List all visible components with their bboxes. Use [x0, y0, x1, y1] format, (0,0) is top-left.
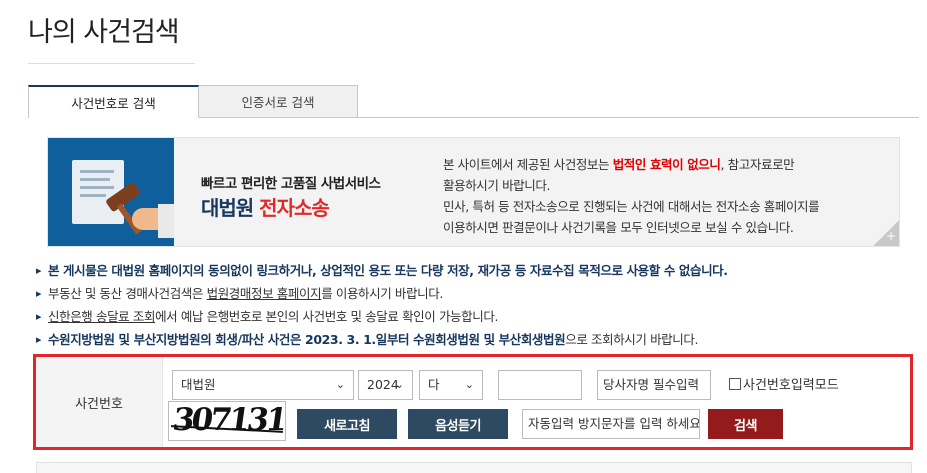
title-underline: [28, 63, 195, 64]
case-number-mode-checkbox[interactable]: [729, 377, 741, 390]
court-auction-link[interactable]: 법원경매정보 홈페이지: [207, 286, 322, 301]
chevron-down-icon: ⌄: [394, 378, 404, 391]
notice-item: ▸ 본 게시물은 대법원 홈페이지의 동의없이 링크하거나, 상업적인 용도 또는…: [36, 259, 728, 282]
banner-service-name: 대법원 전자소송: [201, 192, 330, 221]
results-area: [36, 462, 912, 473]
banner-court-name: 대법원: [201, 196, 254, 220]
captcha-image: 307131: [168, 401, 286, 441]
tab-certificate-search[interactable]: 인증서로 검색: [199, 85, 358, 118]
case-number-mode-option[interactable]: 사건번호입력모드: [729, 374, 839, 393]
case-number-label: 사건번호: [36, 357, 162, 447]
shinhan-fee-link[interactable]: 신한은행 송달료 조회: [48, 309, 155, 324]
banner-more-button[interactable]: +: [873, 220, 899, 246]
captcha-input[interactable]: 자동입력 방지문자를 입력 하세요: [522, 409, 700, 439]
notice-item: ▸ 신한은행 송달료 조회에서 예납 은행번호로 본인의 사건번호 및 송달료 확…: [36, 305, 728, 328]
gavel-document-illustration-icon: [48, 138, 174, 246]
case-type-select[interactable]: 다 ⌄: [419, 370, 483, 400]
bullet-icon: ▸: [36, 264, 42, 277]
tab-case-number-search[interactable]: 사건번호로 검색: [28, 85, 199, 118]
refresh-captcha-button[interactable]: 새로고침: [297, 409, 397, 439]
bullet-icon: ▸: [36, 287, 42, 300]
tab-divider: [199, 117, 919, 118]
case-number-mode-label: 사건번호입력모드: [743, 378, 839, 393]
case-number-input[interactable]: [498, 370, 582, 400]
court-select[interactable]: 대법원 ⌄: [172, 370, 354, 400]
case-search-form: 사건번호 대법원 ⌄ 2024 ⌄ 다 ⌄ 당사자명 필수입력 사건번호입력모드 30…: [33, 354, 913, 450]
page-title: 나의 사건검색: [28, 17, 180, 48]
notice-item: ▸ 부동산 및 동산 경매사건검색은 법원경매정보 홈페이지를 이용하시기 바랍니…: [36, 282, 728, 305]
legal-effect-warning: 법적인 효력이 없으니: [612, 157, 721, 172]
banner-subtitle: 빠르고 편리한 고품질 사법서비스: [201, 176, 381, 192]
year-select[interactable]: 2024 ⌄: [358, 370, 413, 400]
audio-captcha-button[interactable]: 음성듣기: [408, 409, 508, 439]
info-banner: 빠르고 편리한 고품질 사법서비스 대법원 전자소송 본 사이트에서 제공된 사…: [47, 137, 900, 247]
banner-ecase-name: 전자소송: [259, 196, 330, 220]
search-button[interactable]: 검색: [708, 409, 783, 439]
notice-item: ▸ 수원지방법원 및 부산지방법원의 회생/파산 사건은 2023. 3. 1.일…: [36, 328, 728, 351]
party-name-input[interactable]: 당사자명 필수입력: [597, 370, 711, 400]
bullet-icon: ▸: [36, 310, 42, 323]
chevron-down-icon: ⌄: [464, 378, 474, 391]
bullet-icon: ▸: [36, 333, 42, 346]
chevron-down-icon: ⌄: [335, 378, 345, 391]
banner-disclaimer: 본 사이트에서 제공된 사건정보는 법적인 효력이 없으니, 참고자료로만 활용…: [443, 157, 820, 235]
notice-list: ▸ 본 게시물은 대법원 홈페이지의 동의없이 링크하거나, 상업적인 용도 또는…: [36, 259, 728, 351]
